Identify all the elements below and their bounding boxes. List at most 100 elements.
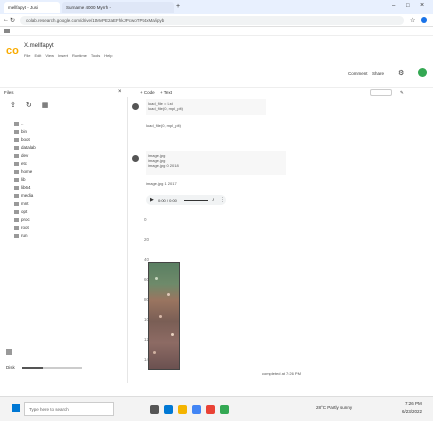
status-text: completed at 7:26 PM — [262, 371, 301, 376]
mount-drive-icon[interactable]: ▦ — [42, 101, 49, 109]
list-item[interactable]: mnt — [14, 201, 29, 206]
code-cell-2[interactable]: image.jpg image.jpg image.jpg 0 2018 — [146, 151, 286, 175]
run-cell-button[interactable] — [132, 155, 139, 162]
item-label: lib — [21, 177, 26, 182]
colab-logo-icon: co — [6, 45, 19, 57]
url-input[interactable]: colab.research.google.com/drive/1tMvPE2a… — [20, 16, 404, 25]
menu-file[interactable]: File — [24, 53, 30, 58]
list-item[interactable]: dev — [14, 153, 28, 158]
terminal-icon[interactable] — [6, 349, 12, 355]
menu-bar: File Edit View Insert Runtime Tools Help — [24, 53, 112, 58]
share-button[interactable]: Share — [372, 71, 384, 76]
item-label: lib64 — [21, 185, 31, 190]
item-label: .. — [21, 121, 24, 126]
apps-icon[interactable] — [4, 29, 10, 33]
list-item[interactable]: home — [14, 169, 32, 174]
folder-icon — [14, 185, 19, 190]
list-item[interactable]: datalab — [14, 145, 36, 150]
audio-time: 0:00 / 0:00 — [158, 198, 177, 203]
cell-output: load_file(0, mpl_plt) — [146, 123, 181, 128]
more-options-icon[interactable]: ⋮ — [220, 197, 225, 203]
weather-widget[interactable]: 28°C Partly sunny — [316, 405, 352, 410]
list-item[interactable]: opt — [14, 209, 27, 214]
clock-time[interactable]: 7:26 PM — [405, 401, 422, 406]
list-item[interactable]: media — [14, 193, 33, 198]
minimize-button[interactable]: – — [392, 3, 395, 9]
ram-disk-indicator[interactable] — [370, 89, 392, 96]
settings-gear-icon[interactable]: ⚙ — [398, 69, 404, 77]
add-text-button[interactable]: + Text — [160, 90, 172, 95]
back-icon[interactable]: ← — [3, 17, 9, 23]
folder-icon — [14, 129, 19, 134]
edge-icon[interactable] — [164, 405, 173, 414]
item-label: datalab — [21, 145, 36, 150]
editing-toggle[interactable]: ✎ — [400, 90, 404, 96]
new-tab-button[interactable]: + — [176, 3, 180, 10]
play-icon[interactable]: ▶ — [150, 197, 154, 203]
close-sidebar-icon[interactable]: × — [118, 89, 122, 95]
maximize-button[interactable]: □ — [406, 3, 410, 9]
item-label: proc — [21, 217, 30, 222]
list-item[interactable]: run — [14, 233, 28, 238]
mail-icon[interactable] — [206, 405, 215, 414]
item-label: home — [21, 169, 33, 174]
audio-player[interactable]: ▶ 0:00 / 0:00 ♪ ⋮ — [146, 195, 226, 205]
list-item[interactable]: boot — [14, 137, 30, 142]
folder-icon — [14, 209, 19, 214]
reload-icon[interactable]: ↻ — [10, 17, 15, 24]
cell-output: image.jpg 1 2017 — [146, 181, 177, 186]
chrome-icon[interactable] — [192, 405, 201, 414]
avatar[interactable] — [418, 68, 427, 77]
menu-runtime[interactable]: Runtime — [72, 53, 87, 58]
list-item[interactable]: root — [14, 225, 29, 230]
item-label: media — [21, 193, 34, 198]
add-code-button[interactable]: + Code — [140, 90, 155, 95]
menu-insert[interactable]: Insert — [58, 53, 68, 58]
list-item[interactable]: bin — [14, 129, 27, 134]
item-label: mnt — [21, 201, 29, 206]
bookmarks-bar — [0, 27, 433, 36]
code-line: image.jpg 0 2018 — [148, 163, 179, 168]
code-cell-1[interactable]: load_file = Lst load_file(0, mpl_plt) — [146, 99, 266, 115]
list-item[interactable]: .. — [14, 121, 24, 126]
folder-icon — [14, 153, 19, 158]
menu-tools[interactable]: Tools — [91, 53, 100, 58]
clock-date[interactable]: 6/23/2022 — [402, 409, 422, 414]
windows-start-icon[interactable] — [12, 404, 20, 412]
audio-progress[interactable] — [184, 200, 208, 201]
list-item[interactable]: lib64 — [14, 185, 31, 190]
folder-icon — [14, 121, 19, 126]
folder-icon — [14, 169, 19, 174]
item-label: root — [21, 225, 29, 230]
output-image — [148, 262, 180, 370]
code-line: load_file(0, mpl_plt) — [148, 106, 183, 111]
taskbar-search-input[interactable]: Type here to search — [24, 402, 114, 416]
close-window-button[interactable]: × — [420, 2, 424, 9]
search-placeholder: Type here to search — [29, 407, 69, 412]
taskbar: Type here to search 28°C Partly sunny 7:… — [0, 396, 433, 421]
tab-second[interactable]: Surname 4000 Myrrh - — [62, 2, 174, 13]
item-label: boot — [21, 137, 30, 142]
comment-button[interactable]: Comment — [348, 71, 368, 76]
profile-icon[interactable] — [421, 17, 427, 23]
file-browser-sidebar: ⇪ ↻ ▦ .. bin boot datalab dev etc home l… — [0, 97, 128, 383]
store-icon[interactable] — [220, 405, 229, 414]
folder-refresh-icon[interactable]: ↻ — [26, 101, 32, 109]
upload-icon[interactable]: ⇪ — [10, 101, 16, 109]
folder-icon — [14, 193, 19, 198]
notebook-title[interactable]: X.mellfapyt — [24, 43, 54, 49]
list-item[interactable]: proc — [14, 217, 30, 222]
list-item[interactable]: etc — [14, 161, 27, 166]
menu-view[interactable]: View — [45, 53, 54, 58]
task-view-icon[interactable] — [150, 405, 159, 414]
star-icon[interactable]: ☆ — [410, 17, 415, 24]
address-bar-row: ← ↻ colab.research.google.com/drive/1tMv… — [0, 14, 433, 27]
tab-label: mellfapyt - Jusi — [8, 5, 39, 10]
menu-edit[interactable]: Edit — [34, 53, 41, 58]
menu-help[interactable]: Help — [104, 53, 112, 58]
list-item[interactable]: lib — [14, 177, 26, 182]
file-explorer-icon[interactable] — [178, 405, 187, 414]
tab-notebook[interactable]: mellfapyt - Jusi — [4, 2, 60, 13]
run-cell-button[interactable] — [132, 103, 139, 110]
volume-icon[interactable]: ♪ — [212, 197, 215, 203]
